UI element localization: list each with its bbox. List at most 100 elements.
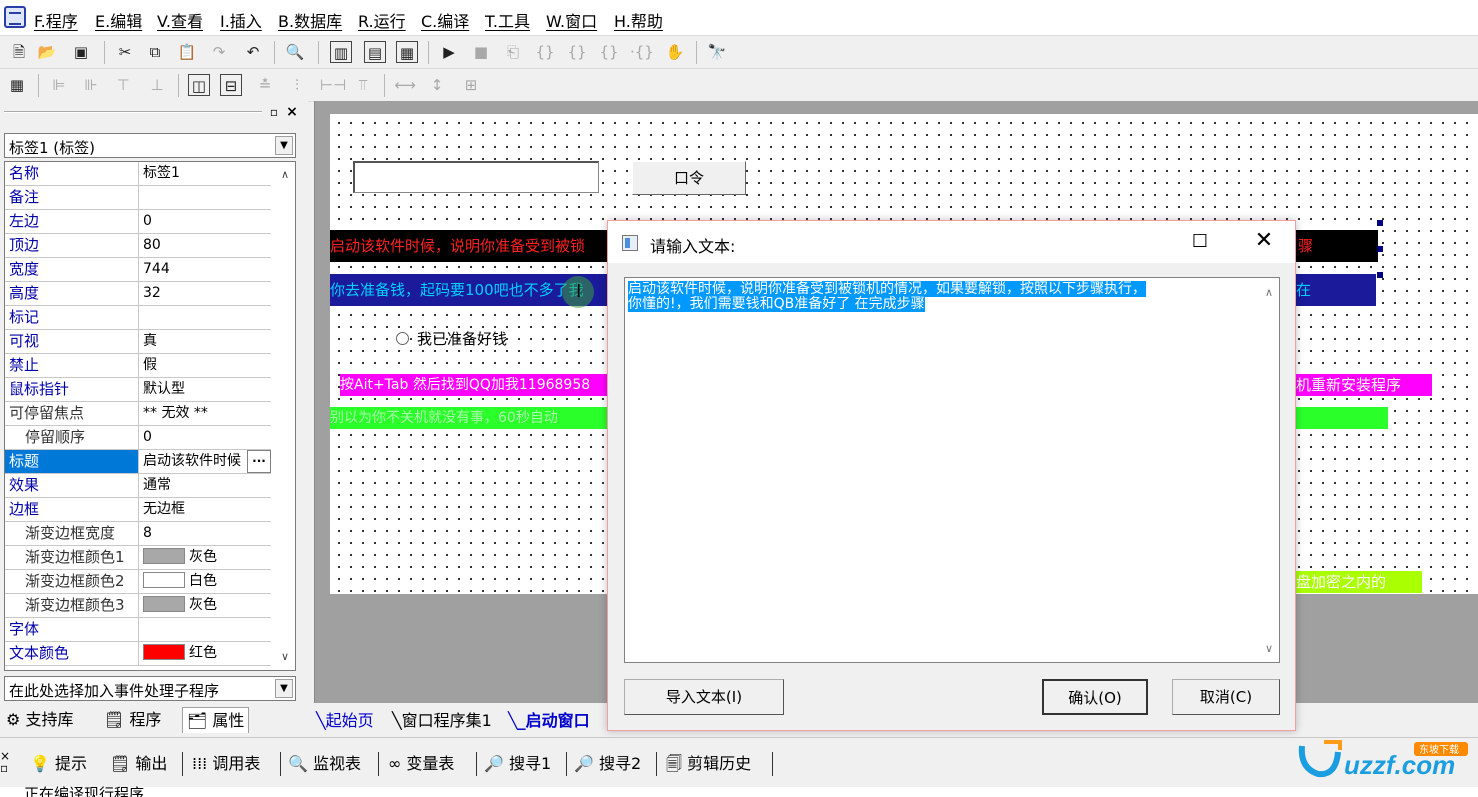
dialog-text-area[interactable]: 启动该软件时候，说明你准备受到被锁机的情况，如果要解锁，按照以下步骤执行， 你懂… [624, 277, 1280, 663]
property-value[interactable]: 0 [139, 210, 271, 233]
hint-tab[interactable]: 💡 提示 [30, 752, 87, 776]
tab-program[interactable]: 🗒 程序 [104, 707, 161, 733]
property-row[interactable]: 可停留焦点 ** 无效 ** [5, 402, 271, 426]
property-row[interactable]: 停留顺序 0 [5, 426, 271, 450]
center-v-icon[interactable]: ⊟ [220, 74, 242, 96]
watch-table-tab[interactable]: 🔍 监视表 [288, 752, 361, 776]
property-value[interactable]: 白色 [139, 570, 271, 593]
hand-icon[interactable]: ✋ [664, 41, 686, 63]
property-value[interactable]: 32 [139, 282, 271, 305]
panel-float-icon[interactable]: ▫ [266, 104, 282, 120]
panel-close-icon[interactable]: × [284, 104, 300, 120]
bottom-close-icon[interactable]: × ▫ [0, 750, 10, 774]
copy-icon[interactable]: ⧉ [144, 41, 166, 63]
maximize-icon[interactable]: ☐ [1188, 231, 1212, 255]
property-value[interactable]: 8 [139, 522, 271, 545]
property-scrollbar[interactable] [275, 162, 295, 670]
align-right-icon[interactable]: ⊤ [112, 74, 134, 96]
search2-tab[interactable]: 🔎 搜寻2 [574, 752, 641, 776]
scroll-up-icon[interactable]: ∧ [1261, 286, 1277, 300]
property-value[interactable] [139, 306, 271, 329]
tab-window-assembly[interactable]: ╲窗口程序集1 [392, 709, 492, 733]
property-value[interactable]: 灰色 [139, 594, 271, 617]
align-top-icon[interactable]: ⊥ [146, 74, 168, 96]
property-value[interactable]: 默认型 [139, 378, 271, 401]
property-row[interactable]: 渐变边框颜色2 白色 [5, 570, 271, 594]
same-size-icon[interactable]: ⊞ [460, 74, 482, 96]
cancel-button[interactable]: 取消(C) [1172, 679, 1280, 715]
property-row[interactable]: 鼠标指针 默认型 [5, 378, 271, 402]
property-row[interactable]: 备注 [5, 186, 271, 210]
menu-tools[interactable]: T.工具 [485, 8, 530, 32]
property-row[interactable]: 渐变边框颜色3 灰色 [5, 594, 271, 618]
object-selector[interactable]: 标签1 (标签) ▼ [4, 133, 296, 158]
menu-run[interactable]: R.运行 [358, 8, 406, 32]
cut-icon[interactable]: ✂ [114, 41, 136, 63]
property-row[interactable]: 宽度 744 [5, 258, 271, 282]
align-middle-icon[interactable]: ≛ [254, 74, 276, 96]
layout2-icon[interactable]: ▤ [364, 41, 386, 63]
close-icon[interactable]: ✕ [1252, 229, 1276, 253]
menu-edit[interactable]: E.编辑 [95, 8, 142, 32]
ok-button[interactable]: 确认(O) [1042, 679, 1148, 715]
property-row[interactable]: 左边 0 [5, 210, 271, 234]
menu-database[interactable]: B.数据库 [278, 8, 342, 32]
property-value[interactable]: 红色 [139, 642, 271, 665]
property-value[interactable]: 0 [139, 426, 271, 449]
property-row[interactable]: 文本颜色 红色 [5, 642, 271, 666]
password-button[interactable]: 口令 [632, 161, 746, 195]
center-h-icon[interactable]: ◫ [188, 74, 210, 96]
open-folder-icon[interactable]: 📂 [36, 41, 58, 63]
property-value[interactable]: 灰色 [139, 546, 271, 569]
property-row[interactable]: 顶边 80 [5, 234, 271, 258]
search1-tab[interactable]: 🔎 搜寻1 [484, 752, 551, 776]
property-row[interactable]: 渐变边框宽度 8 [5, 522, 271, 546]
align-center-icon[interactable]: ⊪ [80, 74, 102, 96]
space-v-icon[interactable]: ⫪ [352, 74, 374, 96]
property-row[interactable]: 标记 [5, 306, 271, 330]
find-icon[interactable]: 🔍 [284, 41, 306, 63]
property-row[interactable]: 名称 标签1 [5, 162, 271, 186]
property-value[interactable]: 通常 [139, 474, 271, 497]
clip-history-tab[interactable]: 🗐 剪辑历史 [666, 752, 751, 776]
align-bottom-icon[interactable]: ⫶ [286, 74, 308, 96]
tab-properties[interactable]: 🗂 属性 [182, 707, 250, 733]
property-value[interactable]: 假 [139, 354, 271, 377]
password-input[interactable] [353, 161, 599, 193]
property-value[interactable]: 744 [139, 258, 271, 281]
ellipsis-button[interactable]: ··· [247, 450, 271, 473]
property-value[interactable] [139, 618, 271, 641]
align-left-icon[interactable]: ⊫ [48, 74, 70, 96]
menu-compile[interactable]: C.编译 [421, 8, 469, 32]
property-row[interactable]: 效果 通常 [5, 474, 271, 498]
scroll-up-icon[interactable]: ∧ [275, 168, 295, 184]
menu-window[interactable]: W.窗口 [546, 8, 597, 32]
step-over-icon[interactable]: {} [566, 41, 588, 63]
same-height-icon[interactable]: ↕ [426, 74, 448, 96]
menu-insert[interactable]: I.插入 [220, 8, 262, 32]
property-value[interactable]: ** 无效 ** [139, 402, 271, 425]
property-row[interactable]: 可视真 [5, 330, 271, 354]
scroll-down-icon[interactable]: ∨ [275, 650, 295, 666]
step-icon[interactable]: ⎗ [502, 41, 524, 63]
property-row[interactable]: 禁止假 [5, 354, 271, 378]
save-icon[interactable]: ▣ [70, 41, 92, 63]
undo-icon[interactable]: ↶ [242, 41, 264, 63]
property-value[interactable]: 启动该软件时候 ··· [139, 450, 271, 473]
paste-icon[interactable]: 📋 [176, 41, 198, 63]
chevron-down-icon[interactable]: ▼ [275, 679, 293, 698]
call-table-tab[interactable]: ⁞⁞⁞ 调用表 [192, 752, 260, 776]
redo-icon[interactable]: ↷ [208, 41, 230, 63]
menu-view[interactable]: V.查看 [157, 8, 203, 32]
label-encrypt-lime[interactable]: 盘加密之内的 [1296, 571, 1422, 593]
calculator-icon[interactable]: ▦ [6, 74, 28, 96]
property-value[interactable]: 无边框 [139, 498, 271, 521]
property-row[interactable]: 渐变边框颜色1 灰色 [5, 546, 271, 570]
breakpoint-icon[interactable]: ·{} [630, 41, 654, 63]
same-width-icon[interactable]: ⟷ [394, 74, 416, 96]
run-icon[interactable]: ▶ [438, 41, 460, 63]
resize-handle[interactable] [1377, 272, 1383, 278]
variable-table-tab[interactable]: ∞ 变量表 [388, 752, 454, 776]
stop-icon[interactable]: ■ [470, 41, 492, 63]
search-binoculars-icon[interactable]: 🔭 [706, 41, 728, 63]
